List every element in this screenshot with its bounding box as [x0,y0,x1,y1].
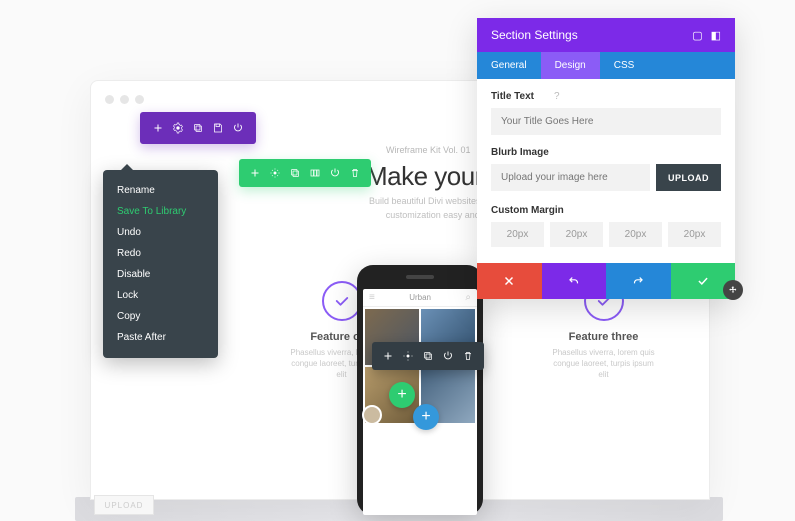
power-icon[interactable] [325,163,345,183]
custom-margin-label: Custom Margin [491,205,721,216]
title-text-input[interactable] [491,108,721,135]
margin-input-1[interactable]: 20px [550,222,603,247]
margin-input-3[interactable]: 20px [668,222,721,247]
section-settings-panel: Section Settings ▢ ◧ GeneralDesignCSS Ti… [477,18,735,299]
add-icon[interactable] [148,118,168,138]
duplicate-icon[interactable] [418,346,438,366]
power-icon[interactable] [228,118,248,138]
expand-icon[interactable]: ▢ [692,29,702,42]
avatar [362,405,382,425]
gear-icon[interactable] [168,118,188,138]
ghost-upload-button[interactable]: UPLOAD [94,495,154,515]
settings-title: Section Settings [491,28,578,42]
feature-three-title: Feature three [548,331,659,343]
add-row-button[interactable]: + [413,404,439,430]
add-module-button[interactable]: + [389,382,415,408]
context-menu-item-save-to-library[interactable]: Save To Library [103,201,218,222]
window-traffic-lights [105,95,144,104]
tab-design[interactable]: Design [541,52,600,79]
settings-header[interactable]: Section Settings ▢ ◧ [477,18,735,52]
settings-tabs: GeneralDesignCSS [477,52,735,79]
tab-general[interactable]: General [477,52,541,79]
gear-icon[interactable] [265,163,285,183]
duplicate-icon[interactable] [285,163,305,183]
context-menu-item-paste-after[interactable]: Paste After [103,327,218,348]
redo-button[interactable] [606,263,671,299]
context-menu-item-redo[interactable]: Redo [103,243,218,264]
module-toolbar[interactable] [372,342,484,370]
feature-three-copy: Phasellus viverra, lorem quis congue lao… [548,347,659,381]
cancel-button[interactable] [477,263,542,299]
margin-input-2[interactable]: 20px [609,222,662,247]
checkmark-circle-icon [322,281,362,321]
help-icon[interactable]: ? [554,91,560,102]
add-icon[interactable] [245,163,265,183]
power-icon[interactable] [438,346,458,366]
row-toolbar[interactable] [239,159,371,187]
context-menu-item-undo[interactable]: Undo [103,222,218,243]
blurb-image-label: Blurb Image [491,147,721,158]
trash-icon[interactable] [458,346,478,366]
undo-button[interactable] [542,263,607,299]
phone-search-text: Urban [409,293,431,302]
context-menu[interactable]: RenameSave To LibraryUndoRedoDisableLock… [103,170,218,358]
duplicate-icon[interactable] [188,118,208,138]
menu-icon[interactable]: ≡ [369,292,375,303]
phone-mockup: ≡ Urban ⌕ [357,265,483,515]
phone-searchbar[interactable]: ≡ Urban ⌕ [363,289,477,307]
columns-icon[interactable] [305,163,325,183]
settings-body: Title Text ? Blurb Image UPLOAD Custom M… [477,79,735,263]
tab-css[interactable]: CSS [600,52,649,79]
section-toolbar[interactable] [140,112,256,144]
blurb-image-input[interactable] [491,164,650,191]
search-icon[interactable]: ⌕ [465,292,471,303]
context-menu-item-copy[interactable]: Copy [103,306,218,327]
context-menu-item-lock[interactable]: Lock [103,285,218,306]
add-icon[interactable] [378,346,398,366]
upload-button[interactable]: UPLOAD [656,164,721,191]
drag-handle-icon[interactable] [723,280,743,300]
gear-icon[interactable] [398,346,418,366]
title-text-label: Title Text ? [491,91,721,102]
phone-screen: ≡ Urban ⌕ [363,289,477,515]
trash-icon[interactable] [345,163,365,183]
margin-inputs: 20px20px20px20px [491,222,721,247]
context-menu-item-rename[interactable]: Rename [103,180,218,201]
save-icon[interactable] [208,118,228,138]
snap-icon[interactable]: ◧ [711,29,721,42]
settings-footer [477,263,735,299]
margin-input-0[interactable]: 20px [491,222,544,247]
context-menu-item-disable[interactable]: Disable [103,264,218,285]
wireframe-kit-label: Wireframe Kit Vol. 01 [386,145,471,155]
